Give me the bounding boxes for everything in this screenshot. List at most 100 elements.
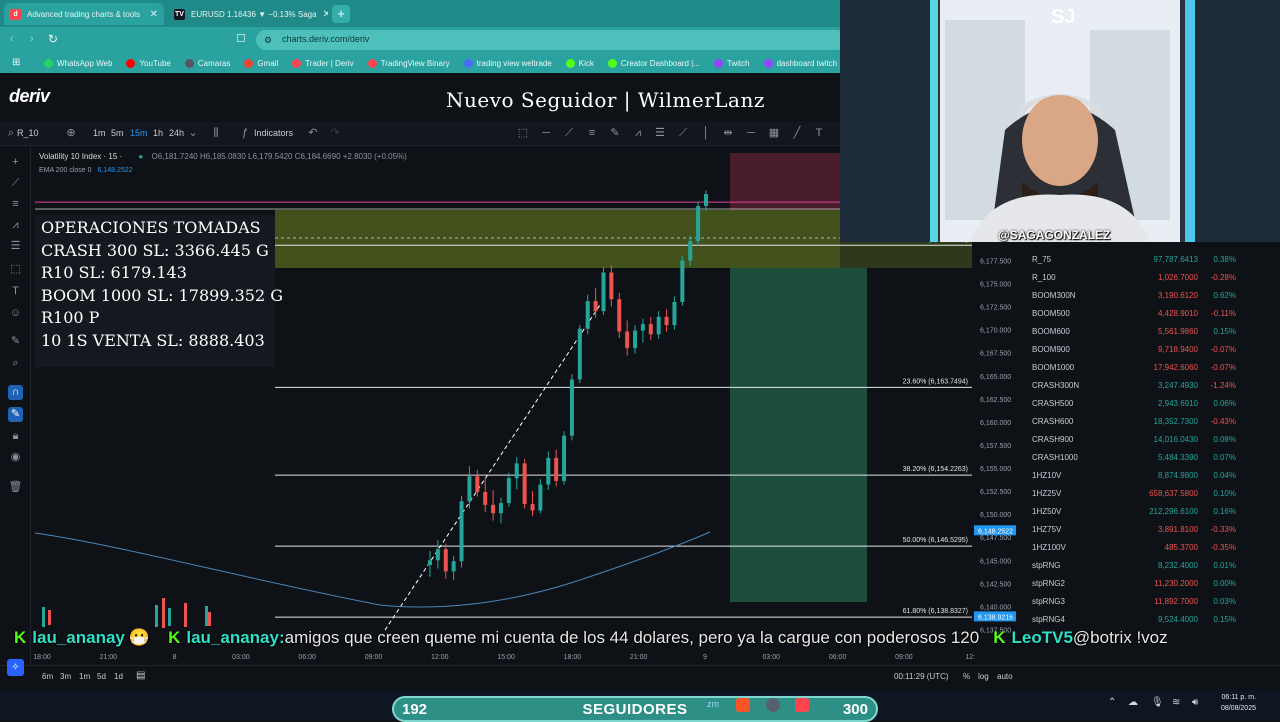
taskbar-time[interactable]: 06:11 p. m.	[1212, 694, 1256, 701]
range-1m[interactable]: 1m	[79, 672, 90, 681]
watchlist-row[interactable]: CRASH600 18,352.7300 -0.43%	[1032, 412, 1237, 430]
watchlist-row[interactable]: CRASH500 2,943.6910 0.06%	[1032, 394, 1237, 412]
ohlc-values: O6,181.7240 H6,185.0830 L6,179.5420 C6,1…	[151, 152, 407, 161]
kick-icon: K	[14, 628, 27, 647]
mic-icon[interactable]: 🎙︎	[1151, 697, 1164, 708]
price-tick: 6,152.500	[980, 489, 1011, 496]
watchlist-symbol: 1HZ10V	[1032, 470, 1062, 480]
candle-body	[48, 610, 51, 625]
overlay-line: BOOM 1000 SL: 17899.352 G	[41, 285, 284, 305]
watchlist-symbol: R_75	[1032, 254, 1052, 264]
watchlist-row[interactable]: 1HZ75V 3,891.8100 -0.33%	[1032, 520, 1237, 538]
tray-chevron-icon[interactable]: ⌃	[1108, 697, 1116, 708]
watchlist-row[interactable]: R_100 1,026.7000 -0.28%	[1032, 268, 1237, 286]
candle-body	[459, 501, 464, 562]
log-toggle[interactable]: log	[978, 672, 989, 681]
candle-body	[656, 316, 661, 335]
range-5d[interactable]: 5d	[97, 672, 106, 681]
watchlist-row[interactable]: stpRNG 8,232.4000 0.01%	[1032, 556, 1237, 574]
obs-icon[interactable]	[766, 698, 780, 712]
watchlist-row[interactable]: stpRNG3 11,892.7000 0.03%	[1032, 592, 1237, 610]
watchlist-row[interactable]: BOOM900 9,718.9400 -0.07%	[1032, 340, 1237, 358]
watchlist-row[interactable]: 1HZ10V 8,874.9800 0.04%	[1032, 466, 1237, 484]
follower-goal: 300	[842, 700, 868, 718]
watchlist-price: 97,787.6413	[1153, 254, 1199, 264]
kick-icon: K	[993, 628, 1006, 647]
zoom-app-icon[interactable]: zm	[707, 699, 719, 709]
candle-body	[435, 549, 440, 561]
range-6m[interactable]: 6m	[42, 672, 53, 681]
symbol-title: Volatility 10 Index · 15 ·	[39, 152, 123, 161]
watchlist-price: 18,352.7300	[1153, 416, 1199, 426]
percent-toggle[interactable]: %	[963, 672, 970, 681]
watchlist-row[interactable]: BOOM300N 3,190.6120 0.62%	[1032, 286, 1237, 304]
watchlist-change: 0.38%	[1213, 254, 1236, 264]
stream-chat-ticker: K lau_ananay 😷 K lau_ananay: amigos que …	[0, 626, 1280, 650]
streamer-handle: @SAGAGONZALEZ	[998, 228, 1111, 242]
price-tick: 6,142.500	[980, 581, 1011, 588]
favorites-icon[interactable]: ✧	[7, 659, 24, 676]
stop-loss-zone	[730, 153, 840, 210]
price-tick: 6,165.000	[980, 374, 1011, 381]
price-tick: 6,175.000	[980, 282, 1011, 289]
watchlist-change: -1.24%	[1210, 380, 1236, 390]
price-tick: 6,162.500	[980, 397, 1011, 404]
trades-taken-overlay: OPERACIONES TOMADAS CRASH 300 SL: 3366.4…	[35, 215, 284, 367]
watchlist-change: 0.01%	[1213, 560, 1236, 570]
candle-body	[569, 379, 574, 436]
watchlist-row[interactable]: CRASH300N 3,247.4930 -1.24%	[1032, 376, 1237, 394]
price-tick: 6,155.000	[980, 466, 1011, 473]
watchlist-change: 0.15%	[1213, 326, 1236, 336]
watchlist-change: -0.33%	[1210, 524, 1236, 534]
ema-label: EMA 200 close 0	[39, 167, 92, 174]
overlay-title: OPERACIONES TOMADAS	[41, 218, 261, 237]
watchlist-row[interactable]: R_75 97,787.6413 0.38%	[1032, 250, 1237, 268]
chat-message: amigos que creen queme mi cuenta de los …	[284, 628, 980, 647]
candle-body	[640, 324, 645, 331]
range-3m[interactable]: 3m	[60, 672, 71, 681]
follower-count: 192	[402, 700, 428, 718]
watchlist-price: 17,942.6060	[1153, 362, 1199, 372]
calendar-icon[interactable]: ▤	[136, 670, 145, 681]
candle-body	[546, 457, 551, 485]
wifi-icon[interactable]: ≋	[1172, 697, 1180, 708]
watchlist-price: 212,296.6100	[1149, 506, 1198, 516]
volume-icon[interactable]: 🔊︎	[1192, 697, 1198, 708]
watchlist-row[interactable]: 1HZ100V 485.3700 -0.35%	[1032, 538, 1237, 556]
candle-body	[522, 463, 527, 505]
watchlist-row[interactable]: stpRNG2 11,230.2000 0.00%	[1032, 574, 1237, 592]
watchlist-change: -0.35%	[1210, 542, 1236, 552]
ema-value: 6,148.2522	[97, 167, 133, 174]
watchlist-price: 1,026.7000	[1157, 272, 1198, 282]
candle-body	[467, 476, 472, 502]
cloud-icon[interactable]: ☁	[1128, 697, 1138, 708]
candle-body	[184, 603, 187, 627]
watchlist-row[interactable]: BOOM500 4,428.9010 -0.11%	[1032, 304, 1237, 322]
candle-body	[208, 612, 211, 626]
range-1d[interactable]: 1d	[114, 672, 123, 681]
watchlist-row[interactable]: 1HZ25V 658,637.5800 0.10%	[1032, 484, 1237, 502]
deriv-app-icon[interactable]	[795, 698, 809, 712]
overlay-line: 10 1S VENTA SL: 8888.403	[41, 330, 265, 350]
watchlist-symbol: BOOM600	[1032, 326, 1070, 336]
brave-icon[interactable]	[736, 698, 750, 712]
candle-body	[593, 301, 598, 312]
watchlist-row[interactable]: 1HZ50V 212,296.6100 0.16%	[1032, 502, 1237, 520]
watchlist-price: 3,190.6120	[1157, 290, 1198, 300]
candle-body	[554, 457, 559, 481]
follower-label: SEGUIDORES	[582, 700, 688, 718]
target-zone-right	[840, 242, 972, 268]
candle-body	[633, 330, 638, 349]
watchlist-row[interactable]: CRASH1000 5,484.3390 0.07%	[1032, 448, 1237, 466]
candle-body	[514, 463, 519, 479]
watchlist-change: -0.43%	[1210, 416, 1236, 426]
watchlist-price: 4,428.9010	[1157, 308, 1198, 318]
watchlist-row[interactable]: BOOM600 5,561.9860 0.15%	[1032, 322, 1237, 340]
watchlist-row[interactable]: CRASH900 14,016.0430 0.08%	[1032, 430, 1237, 448]
emote-icon: 😷	[128, 628, 151, 647]
live-dot-icon: ●	[138, 152, 144, 161]
watchlist-row[interactable]: BOOM1000 17,942.6060 -0.07%	[1032, 358, 1237, 376]
taskbar-date[interactable]: 08/08/2025	[1212, 705, 1256, 712]
auto-toggle[interactable]: auto	[997, 672, 1013, 681]
watchlist-change: 0.04%	[1213, 470, 1236, 480]
